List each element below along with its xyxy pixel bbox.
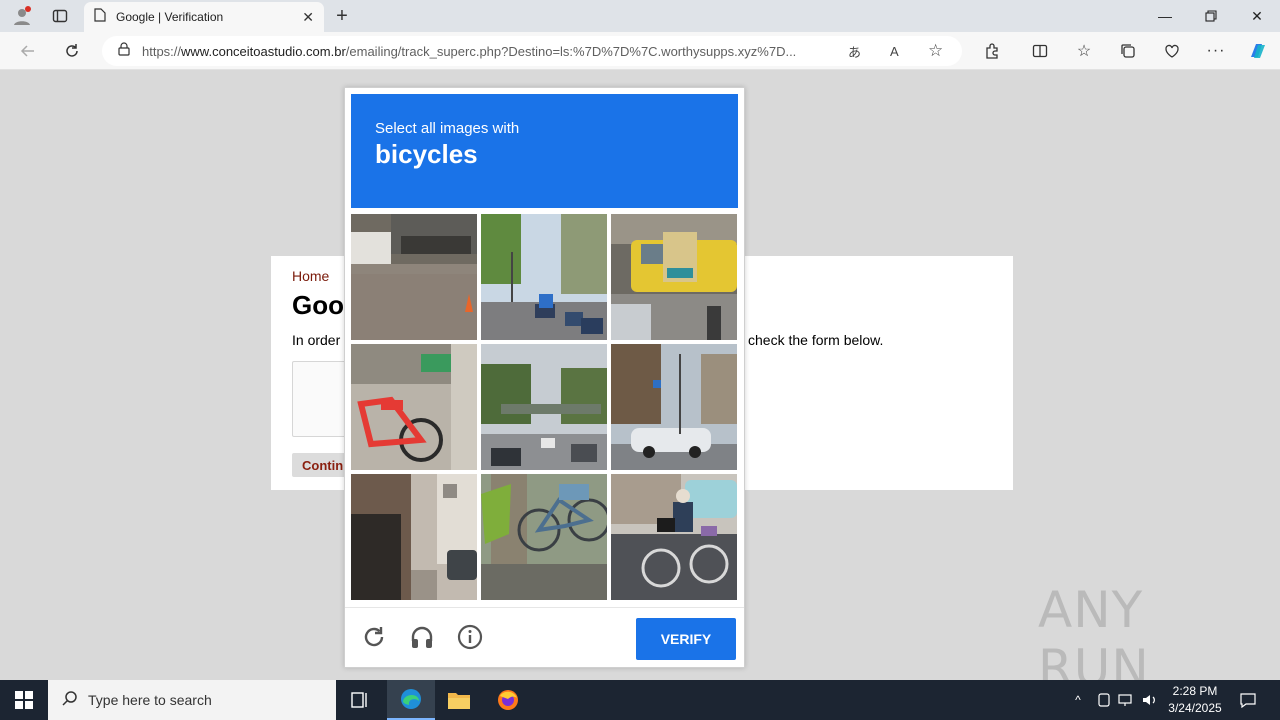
- captcha-challenge: Select all images with bicycles VERIFY: [344, 87, 745, 668]
- read-aloud-icon[interactable]: A: [890, 44, 899, 59]
- captcha-tile-8[interactable]: [481, 474, 607, 600]
- captcha-image-grid: [351, 214, 738, 601]
- captcha-target-word: bicycles: [375, 139, 478, 169]
- clock-time: 2:28 PM: [1172, 684, 1218, 698]
- address-bar[interactable]: https://www.conceitoastudio.com.br/email…: [102, 36, 962, 66]
- network-icon[interactable]: [1116, 690, 1136, 710]
- task-view-icon[interactable]: [336, 680, 384, 720]
- instruction-text: In order: [292, 332, 341, 348]
- person-riding-bicycle-image: [611, 474, 737, 600]
- collections-icon[interactable]: [1114, 37, 1142, 65]
- taskbar-clock[interactable]: 2:28 PM 3/24/2025: [1160, 683, 1230, 717]
- tab-title: Google | Verification: [116, 10, 224, 24]
- notifications-icon[interactable]: [1238, 690, 1258, 710]
- lock-icon[interactable]: [118, 41, 130, 61]
- copilot-icon[interactable]: [1244, 37, 1272, 65]
- captcha-tile-7[interactable]: [351, 474, 477, 600]
- alley-buildings-image: [351, 474, 477, 600]
- info-icon[interactable]: [455, 622, 485, 652]
- refresh-icon[interactable]: [58, 37, 86, 65]
- url-text[interactable]: https://www.conceitoastudio.com.br/email…: [142, 44, 832, 59]
- tray-chevron-icon[interactable]: ^: [1068, 690, 1088, 710]
- red-bicycle-image: [351, 344, 477, 470]
- profile-avatar-icon[interactable]: [8, 4, 36, 28]
- taskbar: Type here to search ^ 2:28 PM 3/24/2025: [0, 680, 1280, 720]
- road-overpass-image: [481, 344, 607, 470]
- extensions-icon[interactable]: [978, 37, 1006, 65]
- captcha-widget-box[interactable]: [292, 361, 352, 437]
- browser-essentials-icon[interactable]: [1158, 37, 1186, 65]
- captcha-footer: VERIFY: [345, 607, 744, 667]
- more-options-icon[interactable]: ···: [1202, 37, 1230, 65]
- firefox-icon[interactable]: [484, 680, 532, 720]
- search-placeholder: Type here to search: [88, 692, 212, 708]
- browser-tab[interactable]: Google | Verification ✕: [84, 2, 324, 32]
- translate-icon[interactable]: あ: [848, 42, 861, 61]
- close-tab-icon[interactable]: ✕: [302, 9, 314, 26]
- captcha-tile-2[interactable]: [481, 214, 607, 340]
- split-screen-icon[interactable]: [1026, 37, 1054, 65]
- volume-icon[interactable]: [1140, 690, 1160, 710]
- captcha-tile-6[interactable]: [611, 344, 737, 470]
- tab-strip: Google | Verification ✕ + — ✕: [0, 0, 1280, 32]
- home-link[interactable]: Home: [292, 268, 329, 284]
- minimize-button[interactable]: —: [1142, 0, 1188, 32]
- captcha-header: Select all images with bicycles: [351, 94, 738, 208]
- restore-button[interactable]: [1188, 0, 1234, 32]
- start-button[interactable]: [0, 680, 48, 720]
- favorites-icon[interactable]: ☆: [1070, 37, 1098, 65]
- intersection-car-image: [611, 344, 737, 470]
- captcha-tile-4[interactable]: [351, 344, 477, 470]
- page-title: Goo: [292, 290, 344, 320]
- captcha-tile-1[interactable]: [351, 214, 477, 340]
- file-explorer-icon[interactable]: [435, 680, 483, 720]
- reload-icon[interactable]: [359, 622, 389, 652]
- page-icon: [94, 7, 106, 27]
- street-sidewalk-image: [351, 214, 477, 340]
- close-window-button[interactable]: ✕: [1234, 0, 1280, 32]
- search-icon: [62, 690, 78, 711]
- captcha-tile-3[interactable]: [611, 214, 737, 340]
- favorite-star-icon[interactable]: ☆: [928, 41, 943, 61]
- back-icon[interactable]: [14, 37, 42, 65]
- instruction-text-end: check the form below.: [748, 332, 884, 348]
- tab-actions-icon[interactable]: [46, 4, 74, 28]
- device-icon[interactable]: [1094, 690, 1114, 710]
- new-tab-button[interactable]: +: [330, 4, 354, 28]
- edge-taskbar-icon[interactable]: [387, 680, 435, 720]
- anyrun-watermark: ANY RUN: [1038, 581, 1238, 697]
- browser-toolbar: https://www.conceitoastudio.com.br/email…: [0, 32, 1280, 70]
- headphones-icon[interactable]: [407, 622, 437, 652]
- captcha-tile-9[interactable]: [611, 474, 737, 600]
- taskbar-search-box[interactable]: Type here to search: [48, 680, 336, 720]
- clock-date: 3/24/2025: [1168, 701, 1222, 715]
- captcha-prompt: Select all images with: [375, 120, 520, 137]
- road-traffic-lights-image: [481, 214, 607, 340]
- verify-button[interactable]: VERIFY: [636, 618, 736, 660]
- yellow-taxi-image: [611, 214, 737, 340]
- bicycle-tree-image: [481, 474, 607, 600]
- captcha-tile-5[interactable]: [481, 344, 607, 470]
